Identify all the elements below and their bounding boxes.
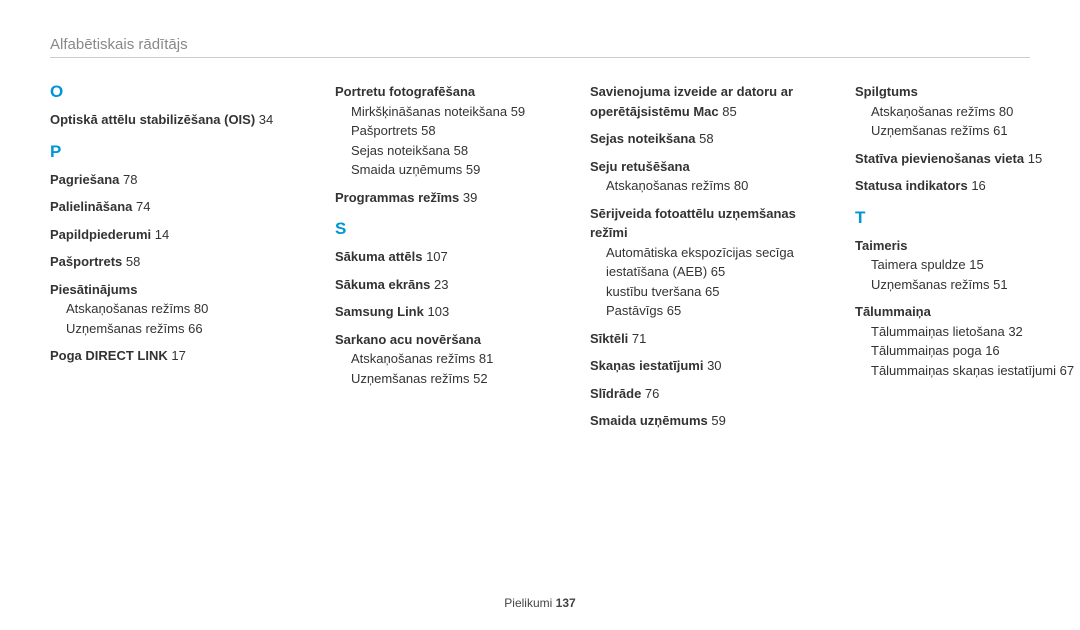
page-header: Alfabētiskais rādītājs [50, 36, 1030, 53]
index-entry[interactable]: Sīktēli 71 [590, 329, 825, 349]
index-entry[interactable]: Savienojuma izveide ar datoru ar operētā… [590, 82, 825, 121]
column-3: Savienojuma izveide ar datoru ar operētā… [590, 82, 825, 431]
index-columns: O Optiskā attēlu stabilizēšana (OIS) 34 … [50, 82, 1030, 431]
footer-page-number: 137 [556, 596, 576, 610]
column-4: Spilgtums Atskaņošanas režīms 80 Uzņemša… [855, 82, 1080, 431]
index-entry[interactable]: Sākuma ekrāns 23 [335, 275, 560, 295]
letter-P: P [50, 142, 305, 162]
index-entry: Seju retušēšana [590, 157, 825, 177]
index-entry[interactable]: Programmas režīms 39 [335, 188, 560, 208]
index-subentry[interactable]: Pastāvīgs 65 [606, 301, 825, 321]
index-subentry[interactable]: kustību tveršana 65 [606, 282, 825, 302]
index-entry: Spilgtums [855, 82, 1080, 102]
index-entry[interactable]: Poga DIRECT LINK 17 [50, 346, 305, 366]
index-entry[interactable]: Smaida uzņēmums 59 [590, 411, 825, 431]
index-entry: Taimeris [855, 236, 1080, 256]
index-subentry[interactable]: Smaida uzņēmums 59 [351, 160, 560, 180]
letter-S: S [335, 219, 560, 239]
index-entry: Sērijveida fotoattēlu uzņemšanas režīmi [590, 204, 825, 243]
index-subentry[interactable]: Atskaņošanas režīms 81 [351, 349, 560, 369]
index-entry[interactable]: Pagriešana 78 [50, 170, 305, 190]
index-subentry[interactable]: Tālummaiņas poga 16 [871, 341, 1080, 361]
index-page: Alfabētiskais rādītājs O Optiskā attēlu … [0, 0, 1080, 630]
index-subentry[interactable]: Atskaņošanas režīms 80 [871, 102, 1080, 122]
index-subentry[interactable]: Atskaņošanas režīms 80 [606, 176, 825, 196]
letter-T: T [855, 208, 1080, 228]
header-rule [50, 57, 1030, 58]
index-entry[interactable]: Palielināšana 74 [50, 197, 305, 217]
index-entry[interactable]: Samsung Link 103 [335, 302, 560, 322]
index-subentry[interactable]: Uzņemšanas režīms 66 [66, 319, 305, 339]
index-entry[interactable]: Sejas noteikšana 58 [590, 129, 825, 149]
index-entry[interactable]: Statīva pievienošanas vieta 15 [855, 149, 1080, 169]
column-2: Portretu fotografēšana Mirkšķināšanas no… [335, 82, 560, 431]
index-entry[interactable]: Papildpiederumi 14 [50, 225, 305, 245]
index-subentry[interactable]: Automātiska ekspozīcijas secīga iestatīš… [606, 243, 825, 282]
index-entry: Portretu fotografēšana [335, 82, 560, 102]
index-entry[interactable]: Skaņas iestatījumi 30 [590, 356, 825, 376]
index-entry: Sarkano acu novēršana [335, 330, 560, 350]
column-1: O Optiskā attēlu stabilizēšana (OIS) 34 … [50, 82, 305, 431]
index-subentry[interactable]: Atskaņošanas režīms 80 [66, 299, 305, 319]
index-subentry[interactable]: Tālummaiņas skaņas iestatījumi 67 [871, 361, 1080, 381]
letter-O: O [50, 82, 305, 102]
index-subentry[interactable]: Pašportrets 58 [351, 121, 560, 141]
index-entry[interactable]: Optiskā attēlu stabilizēšana (OIS) 34 [50, 110, 305, 130]
index-entry: Tālummaiņa [855, 302, 1080, 322]
index-entry[interactable]: Slīdrāde 76 [590, 384, 825, 404]
index-entry[interactable]: Statusa indikators 16 [855, 176, 1080, 196]
index-entry[interactable]: Sākuma attēls 107 [335, 247, 560, 267]
index-subentry[interactable]: Tālummaiņas lietošana 32 [871, 322, 1080, 342]
index-subentry[interactable]: Uzņemšanas režīms 52 [351, 369, 560, 389]
index-subentry[interactable]: Sejas noteikšana 58 [351, 141, 560, 161]
index-subentry[interactable]: Uzņemšanas režīms 61 [871, 121, 1080, 141]
index-entry[interactable]: Pašportrets 58 [50, 252, 305, 272]
index-subentry[interactable]: Taimera spuldze 15 [871, 255, 1080, 275]
footer-label: Pielikumi [504, 596, 552, 610]
page-footer: Pielikumi 137 [0, 596, 1080, 610]
index-entry: Piesātinājums [50, 280, 305, 300]
index-subentry[interactable]: Uzņemšanas režīms 51 [871, 275, 1080, 295]
index-subentry[interactable]: Mirkšķināšanas noteikšana 59 [351, 102, 560, 122]
